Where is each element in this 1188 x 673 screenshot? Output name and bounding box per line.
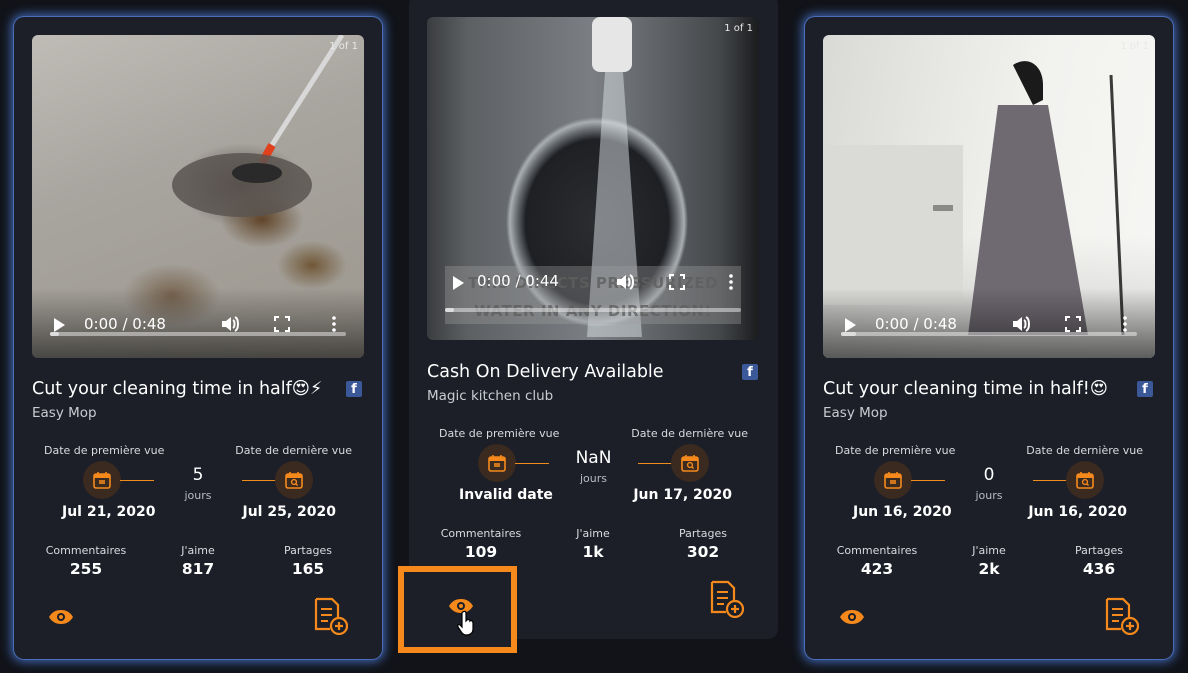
first-seen-label: Date de première vue [44,444,165,457]
page-name: Magic kitchen club [427,388,554,404]
ad-title: Cash On Delivery Available [427,362,664,382]
first-seen-label: Date de première vue [835,444,956,457]
video-controls: 0:00 / 0:44 [445,266,741,324]
shares-count: 436 [1082,560,1116,578]
last-seen-label: Date de dernière vue [1026,444,1143,457]
shares-count: 165 [291,560,325,578]
comments-label: Commentaires [45,544,127,557]
document-add-icon[interactable] [1103,597,1139,635]
first-seen-date: Jul 21, 2020 [62,504,156,520]
page-counter: 1 of 1 [1120,41,1149,52]
page-counter: 1 of 1 [329,41,358,52]
comments-stat: Commentaires 423 [822,544,932,578]
page-name: Easy Mop [32,405,97,421]
facebook-icon: f [742,364,758,380]
likes-stat: J'aime 2k [934,544,1044,578]
shares-label: Partages [1075,544,1123,557]
more-options-icon[interactable] [332,316,336,332]
ad-title: Cut your cleaning time in half!😍 [823,379,1109,399]
shares-label: Partages [284,544,332,557]
days-count: 5 [192,465,204,485]
video-player[interactable]: 1 of 1 0:00 / 0:48 [823,35,1155,358]
document-add-icon[interactable] [312,597,348,635]
last-seen-date: Jun 16, 2020 [1028,504,1127,520]
shares-label: Partages [679,527,727,540]
more-options-icon[interactable] [1123,316,1127,332]
likes-count: 817 [181,560,215,578]
facebook-icon: f [1137,381,1153,397]
ad-card: 1 of 1 THIS DIRECTS PRESSURIZED WATER IN… [409,0,778,639]
comments-count: 423 [860,560,894,578]
comments-label: Commentaires [836,544,918,557]
ad-card: 1 of 1 0:00 / 0:48 Cut your cleaning tim… [14,17,382,659]
video-progress-bar[interactable] [50,332,346,336]
video-progress-bar[interactable] [445,308,741,312]
last-seen-date: Jun 17, 2020 [633,487,732,503]
last-seen-date: Jul 25, 2020 [242,504,337,520]
comments-stat: Commentaires 255 [31,544,141,578]
video-time: 0:00 / 0:48 [875,315,957,333]
ad-title: Cut your cleaning time in half😍⚡ [32,379,323,399]
comments-stat: Commentaires 109 [426,527,536,561]
days-count: 0 [983,465,995,485]
likes-label: J'aime [576,527,610,540]
first-seen-date: Invalid date [459,487,553,503]
last-seen-label: Date de dernière vue [235,444,352,457]
eye-icon[interactable] [839,608,865,626]
likes-count: 2k [978,560,1000,578]
ad-card: 1 of 1 0:00 / 0:48 Cut your cleaning tim… [805,17,1173,659]
video-controls: 0:00 / 0:48 [32,288,364,358]
play-icon[interactable] [845,318,856,332]
last-seen-label: Date de dernière vue [631,427,748,440]
comments-count: 255 [69,560,103,578]
facebook-icon: f [346,381,362,397]
first-seen-label: Date de première vue [439,427,560,440]
volume-icon[interactable] [1011,315,1031,333]
shares-count: 302 [686,543,720,561]
likes-label: J'aime [972,544,1006,557]
shares-stat: Partages 165 [253,544,363,578]
likes-count: 1k [582,543,604,561]
view-button-highlight[interactable] [398,566,517,653]
likes-stat: J'aime 1k [538,527,648,561]
play-icon[interactable] [54,318,65,332]
first-seen-date: Jun 16, 2020 [853,504,952,520]
video-player[interactable]: 1 of 1 0:00 / 0:48 [32,35,364,358]
video-time: 0:00 / 0:44 [477,272,559,290]
fullscreen-icon[interactable] [1065,316,1081,332]
video-progress-bar[interactable] [841,332,1137,336]
video-controls: 0:00 / 0:48 [823,288,1155,358]
comments-count: 109 [464,543,498,561]
fullscreen-icon[interactable] [669,274,685,290]
days-label: jours [184,489,212,502]
comments-label: Commentaires [440,527,522,540]
document-add-icon[interactable] [708,580,744,618]
video-time: 0:00 / 0:48 [84,315,166,333]
likes-stat: J'aime 817 [143,544,253,578]
volume-icon[interactable] [615,273,635,291]
days-count: NaN [575,448,612,468]
likes-label: J'aime [181,544,215,557]
days-label: jours [975,489,1003,502]
fullscreen-icon[interactable] [274,316,290,332]
video-player[interactable]: 1 of 1 THIS DIRECTS PRESSURIZED WATER IN… [427,17,759,340]
hand-pointer-icon [457,610,474,636]
more-options-icon[interactable] [729,274,733,290]
page-name: Easy Mop [823,405,888,421]
shares-stat: Partages 302 [648,527,758,561]
days-label: jours [579,472,607,485]
volume-icon[interactable] [220,315,240,333]
page-counter: 1 of 1 [724,23,753,34]
shares-stat: Partages 436 [1044,544,1154,578]
play-icon[interactable] [453,276,464,290]
eye-icon[interactable] [48,608,74,626]
